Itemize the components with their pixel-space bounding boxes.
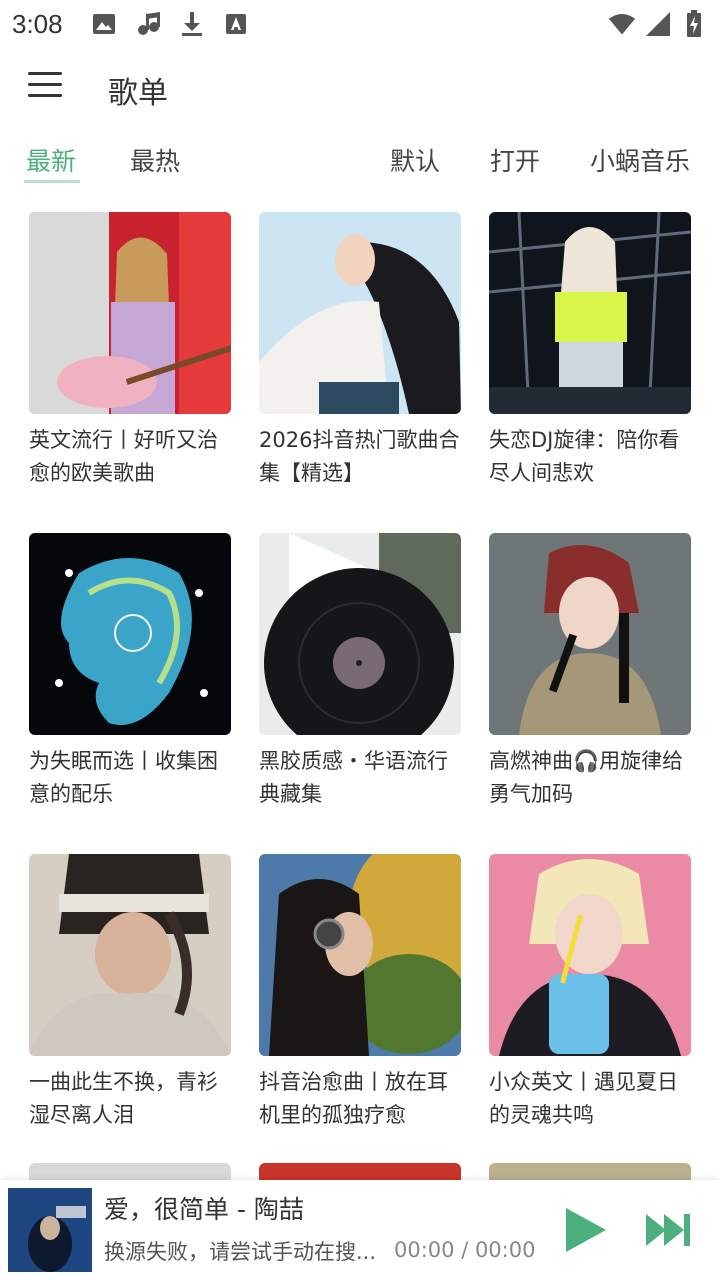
mini-player[interactable]: 爱，很简单 - 陶喆 换源失败，请尝试手动在搜... 00:00 / 00:00 bbox=[0, 1180, 720, 1280]
signal-icon bbox=[644, 10, 672, 38]
playlist-card[interactable]: 黑胶质感・华语流行典藏集 bbox=[259, 533, 461, 811]
playlist-card[interactable]: 失恋DJ旋律：陪你看尽人间悲欢 bbox=[489, 212, 691, 490]
playlist-cover bbox=[29, 854, 231, 1056]
playlist-title: 高燃神曲🎧用旋律给勇气加码 bbox=[489, 749, 684, 806]
text-icon bbox=[222, 10, 250, 38]
skip-next-icon[interactable] bbox=[644, 1210, 694, 1250]
music-icon bbox=[134, 10, 162, 38]
status-bar: 3:08 bbox=[0, 0, 720, 50]
playlist-title: 小众英文丨遇见夏日的灵魂共鸣 bbox=[489, 1070, 678, 1127]
playlist-cover bbox=[489, 854, 691, 1056]
status-time: 3:08 bbox=[12, 9, 63, 39]
open-button[interactable]: 打开 bbox=[490, 142, 540, 178]
playlist-card[interactable]: 一曲此生不换，青衫湿尽离人泪 bbox=[29, 854, 231, 1132]
playlist-cover bbox=[29, 212, 231, 414]
playlist-title: 黑胶质感・华语流行典藏集 bbox=[259, 749, 448, 806]
playlist-card[interactable]: 小众英文丨遇见夏日的灵魂共鸣 bbox=[489, 854, 691, 1132]
play-icon[interactable] bbox=[562, 1204, 610, 1256]
app-bar: 歌单 bbox=[0, 50, 720, 126]
playlist-title: 2026抖音热门歌曲合集【精选】 bbox=[259, 428, 460, 485]
playlist-card[interactable]: 2026抖音热门歌曲合集【精选】 bbox=[259, 212, 461, 490]
default-button[interactable]: 默认 bbox=[390, 142, 440, 178]
playlist-card[interactable]: 高燃神曲🎧用旋律给勇气加码 bbox=[489, 533, 691, 811]
playlist-card[interactable]: 为失眠而选丨收集困意的配乐 bbox=[29, 533, 231, 811]
now-playing-cover[interactable] bbox=[8, 1188, 92, 1272]
playlist-cover bbox=[29, 533, 231, 735]
now-playing-status: 换源失败，请尝试手动在搜... bbox=[104, 1240, 377, 1264]
tab-indicator bbox=[24, 180, 80, 183]
playlist-cover bbox=[489, 212, 691, 414]
xiaowo-music-button[interactable]: 小蜗音乐 bbox=[590, 142, 690, 178]
playlist-title: 失恋DJ旋律：陪你看尽人间悲欢 bbox=[489, 428, 680, 485]
tab-bar: 最新 最热 默认 打开 小蜗音乐 bbox=[0, 126, 720, 192]
now-playing-title: 爱，很简单 - 陶喆 bbox=[104, 1195, 304, 1224]
playlist-title: 英文流行丨好听又治愈的欧美歌曲 bbox=[29, 428, 218, 485]
playlist-title: 抖音治愈曲丨放在耳机里的孤独疗愈 bbox=[259, 1070, 448, 1127]
playlist-card[interactable]: 抖音治愈曲丨放在耳机里的孤独疗愈 bbox=[259, 854, 461, 1132]
playlist-grid: 英文流行丨好听又治愈的欧美歌曲 2026抖音热门歌曲合集【精选】 失恋DJ旋律：… bbox=[29, 212, 692, 1132]
playlist-card[interactable]: 英文流行丨好听又治愈的欧美歌曲 bbox=[29, 212, 231, 490]
playlist-cover bbox=[259, 212, 461, 414]
playlist-title: 为失眠而选丨收集困意的配乐 bbox=[29, 749, 218, 806]
playlist-cover bbox=[259, 854, 461, 1056]
page-title: 歌单 bbox=[108, 76, 168, 111]
playlist-title: 一曲此生不换，青衫湿尽离人泪 bbox=[29, 1070, 218, 1127]
hamburger-menu-icon[interactable] bbox=[28, 72, 64, 104]
wifi-icon bbox=[608, 10, 636, 38]
now-playing-time: 00:00 / 00:00 bbox=[394, 1238, 536, 1262]
tab-newest[interactable]: 最新 bbox=[26, 142, 76, 178]
tab-hottest[interactable]: 最热 bbox=[130, 142, 180, 178]
image-icon bbox=[90, 10, 118, 38]
playlist-cover bbox=[489, 533, 691, 735]
download-icon bbox=[178, 10, 206, 38]
playlist-cover bbox=[259, 533, 461, 735]
battery-icon bbox=[680, 10, 708, 38]
